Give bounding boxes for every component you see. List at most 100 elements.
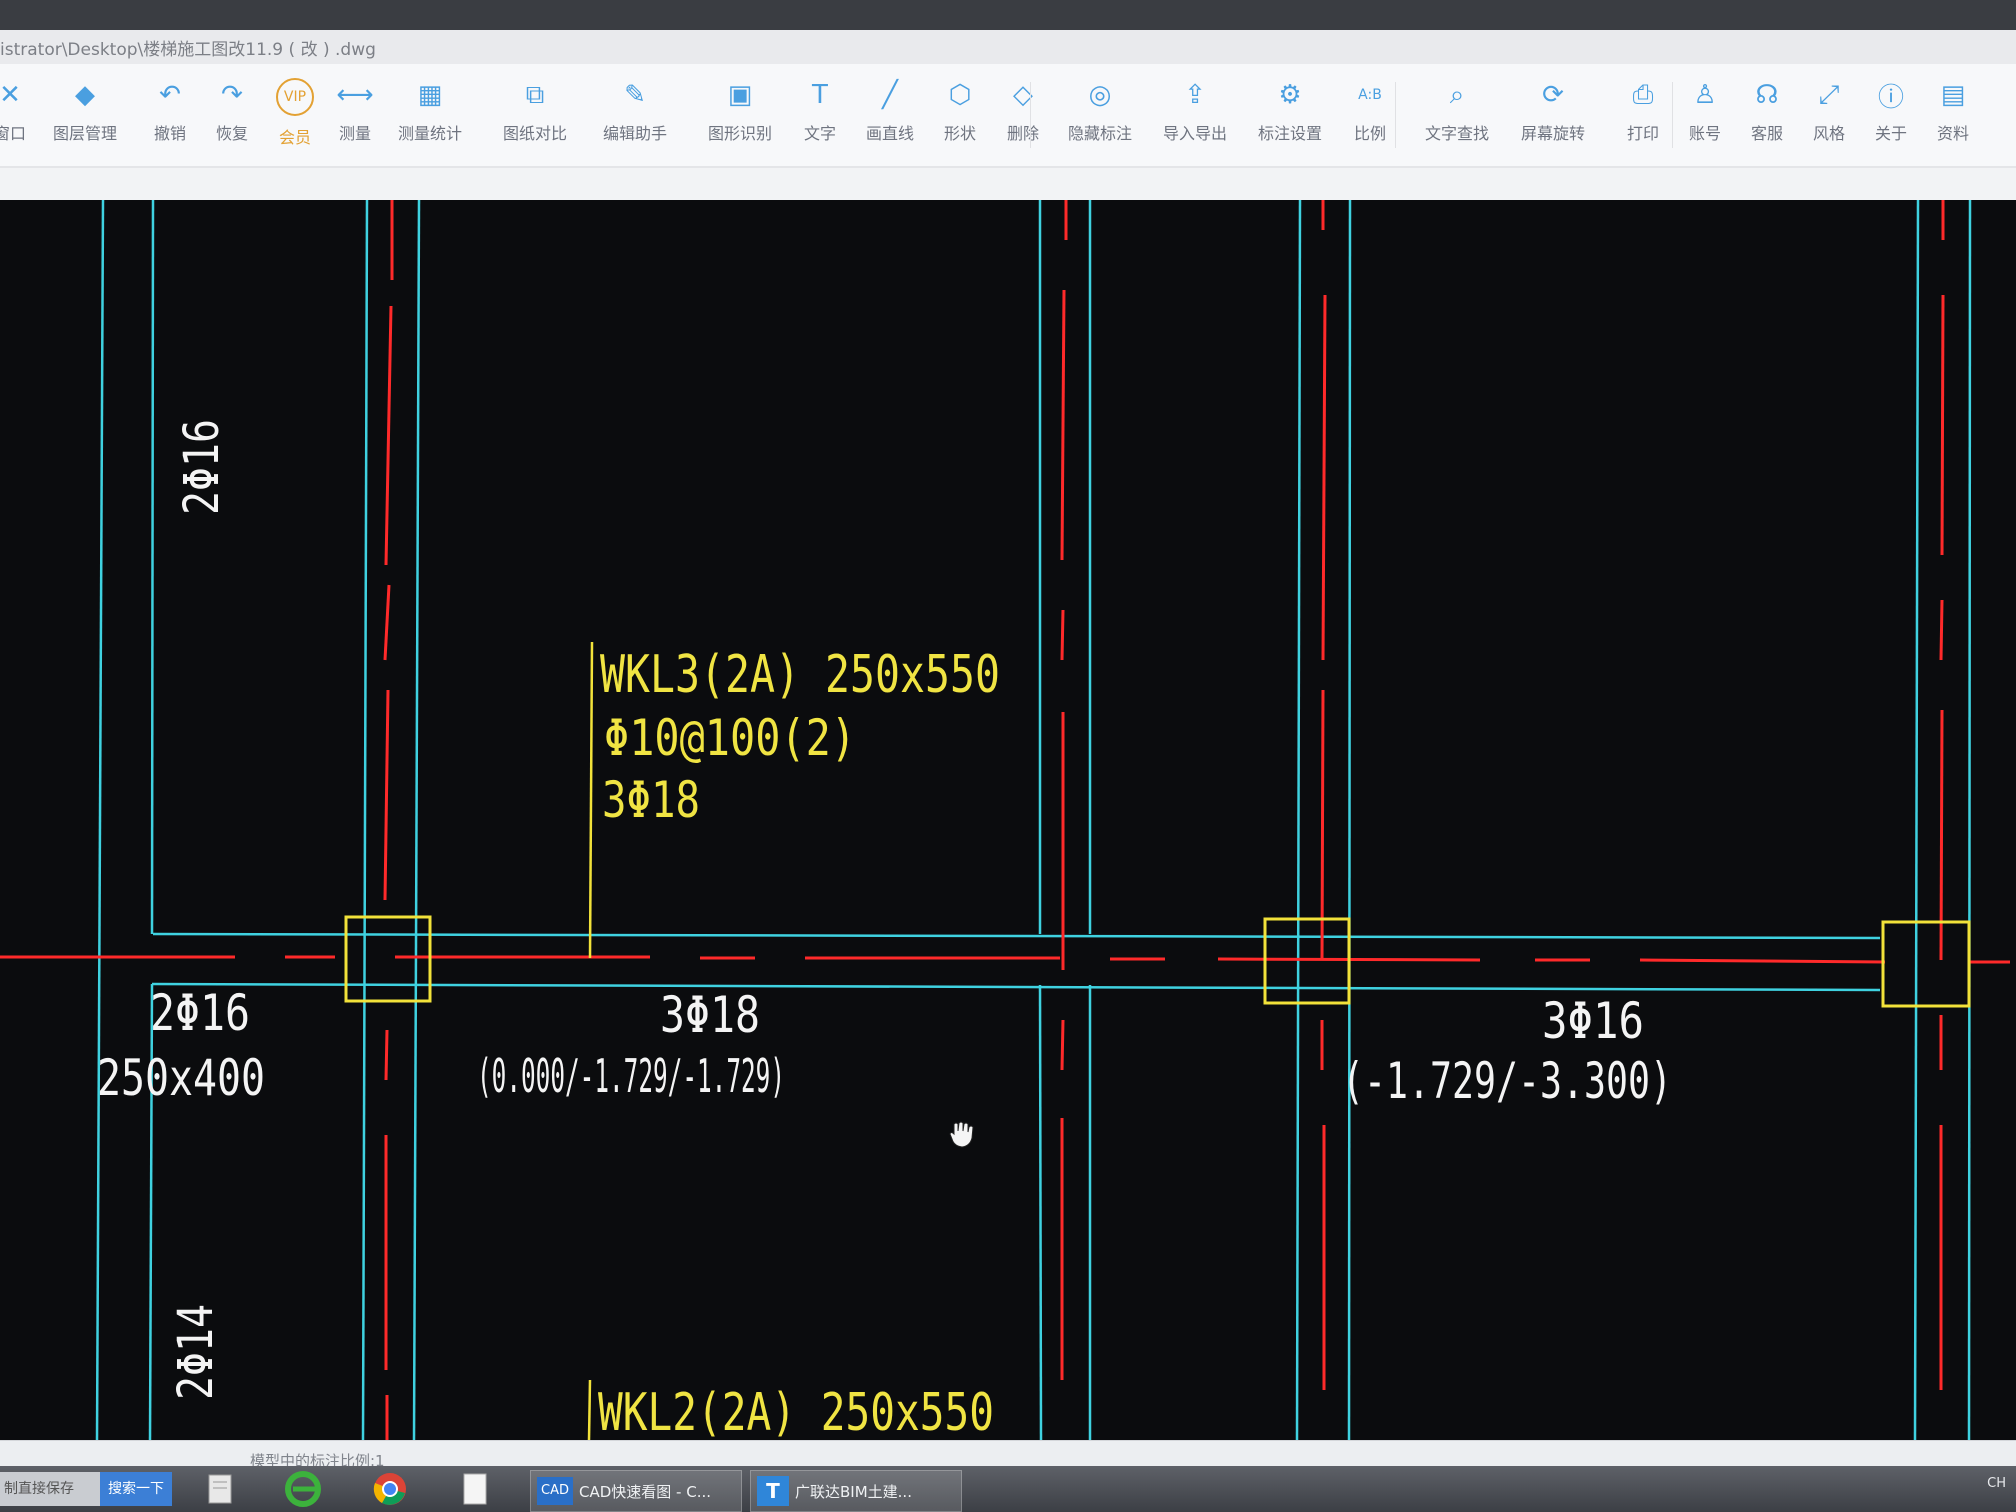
edit-assistant-icon: ✎ xyxy=(624,80,646,110)
scale-icon: A:B xyxy=(1358,87,1382,103)
style-icon: ⤢ xyxy=(1818,79,1840,110)
headset-icon: ☊ xyxy=(1755,80,1779,110)
toolbar-label: 隐藏标注 xyxy=(1067,124,1132,143)
toolbar-button-screen-rotate[interactable]: ⟳ 屏幕旋转 xyxy=(1508,72,1598,158)
toolbar-button-scale[interactable]: A:B 比例 xyxy=(1325,72,1415,158)
print-icon: ⎙ xyxy=(1632,79,1654,110)
right-elev-label: (-1.729/-3.300) xyxy=(1342,1052,1672,1110)
toolbar-label: 测量 xyxy=(338,124,371,143)
cad-drawing: WKL3(2A) 250x550 Φ10@100(2) 3Φ18 WKL2(2A… xyxy=(0,200,2010,1440)
input-language-indicator[interactable]: CH xyxy=(1987,1476,2006,1491)
mid-bars-label: 3Φ18 xyxy=(660,986,760,1044)
beam-stirrup: Φ10@100(2) xyxy=(604,709,856,767)
toolbar-separator xyxy=(1672,82,1673,148)
taskbar-document-icon[interactable] xyxy=(460,1470,490,1508)
left-size-label: 250x400 xyxy=(97,1049,265,1107)
toolbar-label: 关于 xyxy=(1874,124,1907,143)
toolbar-label: 屏幕旋转 xyxy=(1520,124,1585,143)
taskbar-app-cad[interactable]: CAD CAD快速看图 - C... xyxy=(530,1470,742,1512)
measure-icon: ⟷ xyxy=(336,80,374,110)
system-tray[interactable]: CH xyxy=(1987,1476,2006,1491)
toolbar-label: 窗口 xyxy=(0,124,26,143)
toolbar-label: 风格 xyxy=(1812,124,1845,143)
text-search-icon: ⌕ xyxy=(1449,79,1465,110)
left-vertical-bottom-label: 2Φ14 xyxy=(168,1304,224,1400)
info-icon: ⓘ xyxy=(1877,82,1904,113)
taskbar-chrome-icon[interactable] xyxy=(372,1470,408,1508)
toolbar-button-edit-assistant[interactable]: ✎ 编辑助手 xyxy=(590,72,680,158)
toolbar-label: 会员 xyxy=(278,128,311,147)
toolbar-label: 文字 xyxy=(803,124,836,143)
toolbar-label: 形状 xyxy=(943,124,976,143)
eraser-icon: ◇ xyxy=(1013,80,1033,110)
line-icon: ╱ xyxy=(882,80,898,110)
toolbar-label: 图形识别 xyxy=(707,124,772,143)
toolbar-label: 撤销 xyxy=(153,124,186,143)
toolbar-button-text-search[interactable]: ⌕ 文字查找 xyxy=(1412,72,1502,158)
toolbar-label: 恢复 xyxy=(215,124,248,143)
drawing-canvas[interactable]: WKL3(2A) 250x550 Φ10@100(2) 3Φ18 WKL2(2A… xyxy=(0,200,2016,1440)
window-icon: ✕ xyxy=(0,80,21,110)
layers-icon: ◆ xyxy=(75,80,95,110)
toolbar-label: 账号 xyxy=(1688,124,1721,143)
beam-label-wkl3: WKL3(2A) 250x550 xyxy=(600,645,1000,705)
text-icon: T xyxy=(812,80,828,110)
toolbar-separator xyxy=(1395,82,1396,148)
left-vertical-top-label: 2Φ16 xyxy=(174,419,230,515)
window-title: istrator\Desktop\楼梯施工图改11.9 ( 改 ) .dwg xyxy=(0,40,376,60)
toolbar-label: 导入导出 xyxy=(1162,124,1227,143)
shape-recognition-icon: ▣ xyxy=(727,80,753,110)
title-bar: istrator\Desktop\楼梯施工图改11.9 ( 改 ) .dwg xyxy=(0,30,2016,65)
toolbar-label: 图层管理 xyxy=(52,124,117,143)
taskbar-search-field[interactable]: 制直接保存 xyxy=(0,1472,100,1506)
toolbar-button-layers[interactable]: ◆ 图层管理 xyxy=(40,72,130,158)
toolbar-label: 图纸对比 xyxy=(502,124,567,143)
toolbar-label: 测量统计 xyxy=(397,124,462,143)
vip-icon: VIP xyxy=(276,78,314,116)
toolbar-label: 标注设置 xyxy=(1257,124,1322,143)
toolbar-button-annotation-settings[interactable]: ⚙ 标注设置 xyxy=(1245,72,1335,158)
right-bars-label: 3Φ16 xyxy=(1542,992,1644,1050)
taskbar-app-glodon-label: 广联达BIM土建... xyxy=(795,1482,912,1501)
beam-label-wkl2: WKL2(2A) 250x550 xyxy=(598,1383,994,1440)
hand-cursor-icon xyxy=(949,1121,974,1148)
toolbar-label: 比例 xyxy=(1353,124,1386,143)
wall-lines xyxy=(95,200,1972,1440)
toolbar-button-measure-stats[interactable]: ▦ 测量统计 xyxy=(385,72,475,158)
toolbar-button-compare[interactable]: ⧉ 图纸对比 xyxy=(490,72,580,158)
windows-taskbar: 制直接保存 搜索一下 CAD CAD快速看图 - C... T 广联达BIM土建… xyxy=(0,1466,2016,1512)
toolbar-separator xyxy=(1030,82,1031,148)
account-icon: ♙ xyxy=(1693,80,1717,110)
measure-stats-icon: ▦ xyxy=(417,80,443,110)
main-toolbar: ✕ 窗口 ◆ 图层管理 ↶ 撤销 ↷ 恢复 VIP 会员 ⟷ 测量 ▦ 测量统计 ⧉ 图纸对比 ✎ 编辑助手 ▣ 图形… xyxy=(0,64,2016,168)
toolbar-button-shape-recognition[interactable]: ▣ 图形识别 xyxy=(695,72,785,158)
toolbar-label: 删除 xyxy=(1006,124,1039,143)
import-export-icon: ⇪ xyxy=(1184,80,1206,110)
toolbar-button-hide-annotation[interactable]: ◎ 隐藏标注 xyxy=(1055,72,1145,158)
hide-annotation-icon: ◎ xyxy=(1088,80,1112,110)
taskbar-ie-icon[interactable] xyxy=(285,1470,321,1508)
toolbar-button-import-export[interactable]: ⇪ 导入导出 xyxy=(1150,72,1240,158)
shape-icon: ⬡ xyxy=(948,80,972,110)
toolbar-label: 资料 xyxy=(1936,124,1969,143)
compare-icon: ⧉ xyxy=(525,79,545,110)
axis-lines xyxy=(0,200,2010,1440)
screen-rotate-icon: ⟳ xyxy=(1542,80,1564,110)
toolbar-label: 编辑助手 xyxy=(602,124,667,143)
toolbar-label: 客服 xyxy=(1750,124,1783,143)
leader-lines xyxy=(587,641,594,1440)
taskbar-app-glodon[interactable]: T 广联达BIM土建... xyxy=(750,1470,962,1512)
undo-icon: ↶ xyxy=(159,80,181,110)
taskbar-file-icon[interactable] xyxy=(205,1470,235,1508)
redo-icon: ↷ xyxy=(221,80,243,110)
app-window: istrator\Desktop\楼梯施工图改11.9 ( 改 ) .dwg ✕… xyxy=(0,30,2016,1481)
left-bars-label: 2Φ16 xyxy=(150,984,250,1042)
beam-top-bars: 3Φ18 xyxy=(602,771,700,829)
annotation-settings-icon: ⚙ xyxy=(1278,80,1302,110)
taskbar-app-cad-label: CAD快速看图 - C... xyxy=(579,1482,712,1501)
toolbar-button-resources[interactable]: ▤ 资料 xyxy=(1908,72,1998,158)
mid-elev-label: (0.000/-1.729/-1.729) xyxy=(477,1049,785,1103)
toolbar-label: 打印 xyxy=(1626,124,1659,143)
taskbar-search-button[interactable]: 搜索一下 xyxy=(100,1472,172,1506)
cad-app-icon: CAD xyxy=(537,1477,573,1505)
